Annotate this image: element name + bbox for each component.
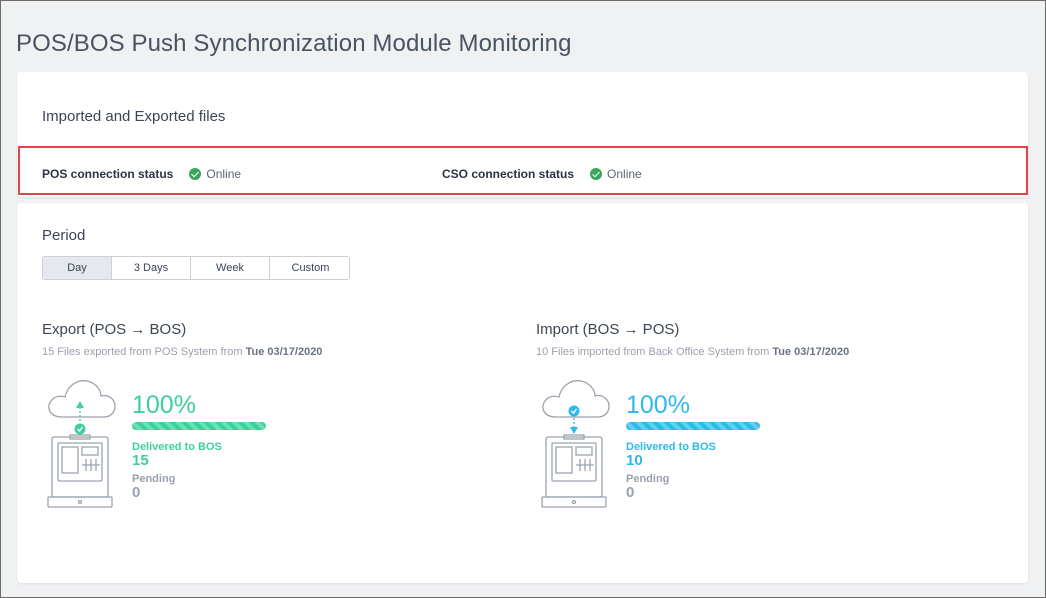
tab-day[interactable]: Day	[43, 257, 112, 279]
export-stats: 100% Delivered to BOS 15 Pending 0	[132, 391, 272, 501]
import-delivered-value: 10	[626, 452, 643, 469]
export-delivered-value: 15	[132, 452, 149, 469]
export-subtitle: 15 Files exported from POS System from T…	[42, 346, 323, 358]
export-progress-fill	[132, 422, 266, 430]
export-title: Export (POS → BOS)	[42, 321, 187, 338]
monitoring-card: Period Day 3 Days Week Custom Export (PO…	[17, 203, 1028, 583]
import-subtitle: 10 Files imported from Back Office Syste…	[536, 346, 850, 358]
export-delivered-label: Delivered to BOS	[132, 441, 222, 453]
period-tabs: Day 3 Days Week Custom	[42, 256, 350, 280]
import-pending-label: Pending	[626, 473, 670, 485]
period-label: Period	[42, 227, 86, 244]
pos-terminal-icon	[47, 380, 116, 508]
tab-custom[interactable]: Custom	[270, 257, 349, 279]
export-section: Export (POS → BOS) 15 Files exported fro…	[42, 321, 323, 508]
check-circle-icon	[590, 168, 603, 180]
export-pending-label: Pending	[132, 473, 176, 485]
import-stats: 100% Delivered to BOS 10 Pending 0	[626, 391, 766, 501]
cso-connection-status: CSO connection status Online	[442, 167, 642, 181]
files-card-title: Imported and Exported files	[42, 108, 226, 125]
connection-status-bar: POS connection status Online CSO connect…	[18, 146, 1028, 195]
import-date: Tue 03/17/2020	[772, 346, 850, 358]
import-pending-value: 0	[626, 484, 635, 501]
export-date: Tue 03/17/2020	[245, 346, 323, 358]
cso-connection-label: CSO connection status	[442, 167, 575, 181]
pos-connection-status: POS connection status Online	[42, 167, 241, 181]
pos-connection-label: POS connection status	[42, 167, 174, 181]
page-title: POS/BOS Push Synchronization Module Moni…	[16, 30, 572, 57]
pos-terminal-icon	[541, 380, 610, 508]
cso-connection-value: Online	[607, 167, 642, 181]
check-circle-icon	[189, 168, 202, 180]
cloud-upload-icon	[48, 380, 116, 418]
tab-3-days[interactable]: 3 Days	[112, 257, 191, 279]
export-progress-bar	[132, 422, 266, 430]
tab-week[interactable]: Week	[191, 257, 270, 279]
export-percent: 100%	[132, 391, 196, 419]
import-percent: 100%	[626, 391, 690, 419]
export-pending-value: 0	[132, 484, 141, 501]
import-progress-fill	[626, 422, 760, 430]
pos-connection-value: Online	[206, 167, 242, 181]
import-progress-bar	[626, 422, 760, 430]
import-delivered-label: Delivered to BOS	[626, 441, 716, 453]
import-title: Import (BOS → POS)	[536, 321, 680, 338]
import-section: Import (BOS → POS) 10 Files imported fro…	[536, 321, 850, 508]
